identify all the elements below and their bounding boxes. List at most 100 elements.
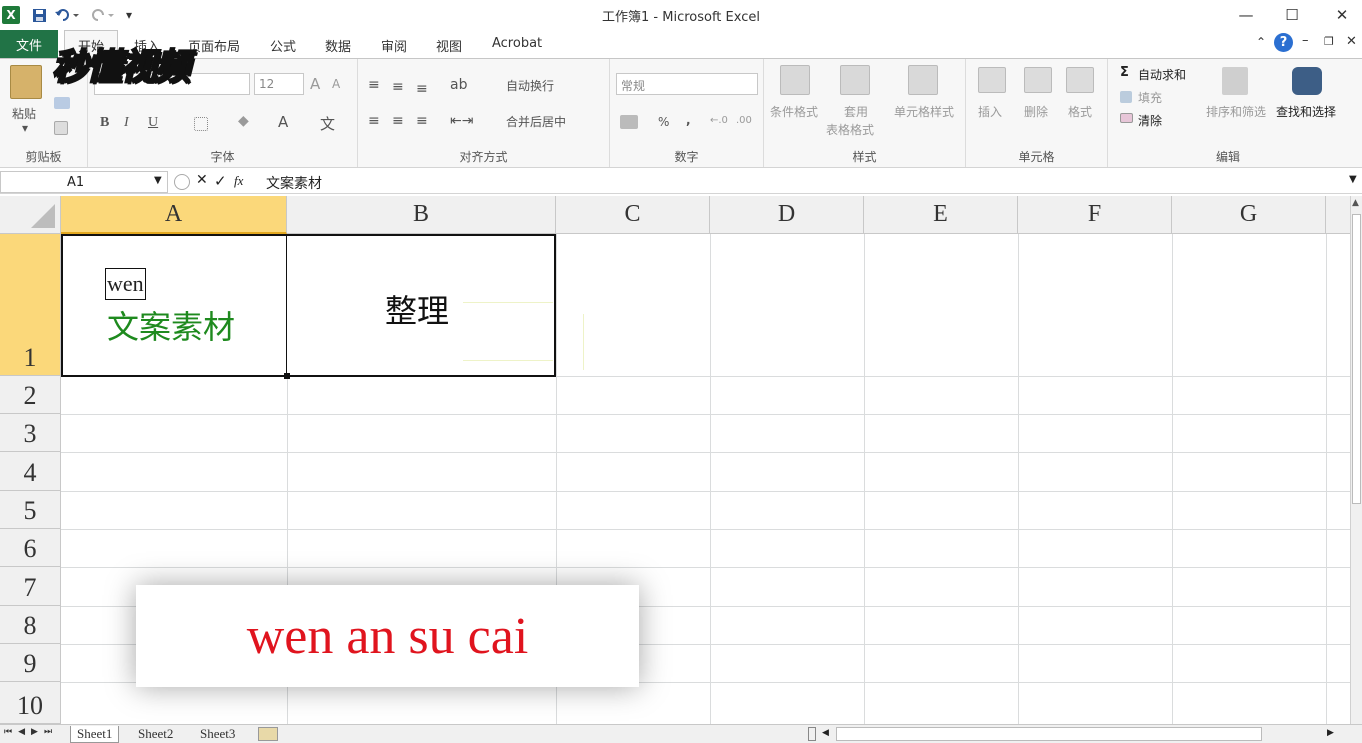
minimize-icon[interactable]: — (1232, 4, 1260, 26)
comma-button[interactable]: , (686, 113, 691, 127)
enter-icon[interactable]: ✓ (214, 172, 227, 190)
cell-a1[interactable]: wen 文案素材 (61, 234, 288, 377)
fill-handle[interactable] (284, 373, 290, 379)
close-icon[interactable]: ✕ (1328, 4, 1356, 26)
row-header-8[interactable]: 8 (0, 606, 61, 644)
name-box[interactable]: A1 (0, 171, 168, 193)
vertical-scroll-thumb[interactable] (1352, 214, 1361, 504)
maximize-icon[interactable]: ☐ (1278, 4, 1306, 26)
sort-filter-button[interactable]: 排序和筛选 (1206, 103, 1266, 120)
find-select-button[interactable]: 查找和选择 (1276, 103, 1336, 120)
delete-cells-button[interactable]: 删除 (1024, 103, 1048, 120)
tab-view[interactable]: 视图 (436, 36, 462, 55)
paste-icon[interactable] (10, 65, 42, 99)
row-header-5[interactable]: 5 (0, 491, 61, 529)
paste-dropdown-icon[interactable]: ▾ (22, 121, 28, 135)
sheet-tab-1[interactable]: Sheet1 (70, 726, 120, 743)
column-header-b[interactable]: B (287, 196, 556, 234)
align-bottom-icon[interactable]: ≡ (416, 81, 428, 97)
column-header-c[interactable]: C (556, 196, 710, 234)
scroll-right-icon[interactable]: ▶ (1327, 728, 1334, 738)
insert-cells-button[interactable]: 插入 (978, 103, 1002, 120)
format-cells-button[interactable]: 格式 (1068, 103, 1092, 120)
column-header-h[interactable] (1326, 196, 1350, 234)
format-as-table-icon[interactable] (840, 65, 870, 95)
sheet-tab-2[interactable]: Sheet2 (132, 726, 179, 743)
vertical-scrollbar[interactable]: ▲ (1350, 196, 1362, 724)
percent-button[interactable]: % (658, 115, 669, 129)
tab-file[interactable]: 文件 (0, 30, 58, 58)
clear-icon[interactable] (1120, 113, 1133, 123)
expand-formula-bar-icon[interactable]: ▼ (1349, 174, 1357, 185)
align-middle-icon[interactable]: ≡ (392, 79, 404, 95)
insert-cells-icon[interactable] (978, 67, 1006, 93)
clear-button[interactable]: 清除 (1138, 112, 1162, 129)
border-icon[interactable] (194, 117, 208, 131)
formula-input[interactable]: 文案素材 (266, 173, 322, 193)
cell-styles-button[interactable]: 单元格样式 (894, 103, 954, 120)
fill-icon[interactable] (1120, 91, 1132, 103)
fill-button[interactable]: 填充 (1138, 89, 1162, 106)
decrease-decimal-button[interactable]: .00 (736, 115, 752, 126)
scroll-left-icon[interactable]: ◀ (822, 728, 829, 738)
align-top-icon[interactable]: ≡ (368, 77, 380, 93)
wb-minimize-icon[interactable]: – (1302, 33, 1309, 48)
insert-function-icon[interactable]: fx (234, 173, 243, 189)
autosum-button[interactable]: 自动求和 (1138, 66, 1186, 83)
cell-b1[interactable]: 整理 (287, 234, 556, 377)
row-header-9[interactable]: 9 (0, 644, 61, 682)
cancel-icon[interactable]: ✕ (196, 172, 208, 188)
indent-icon[interactable]: ⇤⇥ (450, 113, 473, 129)
fill-color-icon[interactable]: ◆ (238, 113, 249, 129)
scroll-up-icon[interactable]: ▲ (1352, 198, 1359, 208)
sort-filter-icon[interactable] (1222, 67, 1248, 95)
format-as-table-button[interactable]: 套用 (844, 103, 868, 120)
wb-close-icon[interactable]: ✕ (1346, 34, 1357, 49)
align-left-icon[interactable]: ≡ (368, 113, 380, 129)
row-header-3[interactable]: 3 (0, 414, 61, 452)
cell-styles-icon[interactable] (908, 65, 938, 95)
number-format-combo[interactable]: 常规 (616, 73, 758, 95)
column-header-d[interactable]: D (710, 196, 864, 234)
font-size-combo[interactable]: 12 (254, 73, 304, 95)
select-all-button[interactable] (0, 196, 61, 234)
formula-bar-resize-icon[interactable] (174, 174, 190, 190)
tab-data[interactable]: 数据 (325, 36, 351, 55)
new-sheet-icon[interactable] (258, 727, 278, 741)
tab-page-layout[interactable]: 页面布局 (188, 36, 240, 55)
row-header-10[interactable]: 10 (0, 682, 61, 724)
help-icon[interactable]: ? (1274, 33, 1293, 52)
wrap-text-button[interactable]: 自动换行 (506, 77, 554, 94)
row-header-1[interactable]: 1 (0, 234, 61, 376)
conditional-format-icon[interactable] (780, 65, 810, 95)
tab-formulas[interactable]: 公式 (270, 36, 296, 55)
conditional-format-button[interactable]: 条件格式 (770, 103, 818, 120)
shrink-font-icon[interactable]: A (332, 77, 340, 91)
ribbon-collapse-icon[interactable]: ⌃ (1256, 35, 1266, 49)
grow-font-icon[interactable]: A (310, 75, 320, 93)
autosum-icon[interactable]: Σ (1120, 65, 1129, 80)
find-select-icon[interactable] (1292, 67, 1322, 95)
currency-icon[interactable] (620, 115, 638, 129)
bold-button[interactable]: B (100, 115, 109, 131)
paste-button[interactable]: 粘贴 (12, 105, 36, 122)
row-header-2[interactable]: 2 (0, 376, 61, 414)
sheet-nav-icons[interactable]: ⏮◀▶⏭ (4, 727, 58, 737)
row-header-6[interactable]: 6 (0, 529, 61, 567)
merge-center-button[interactable]: 合并后居中 (506, 113, 566, 130)
orientation-icon[interactable]: ab (450, 77, 467, 93)
column-header-g[interactable]: G (1172, 196, 1326, 234)
tab-review[interactable]: 审阅 (381, 36, 407, 55)
sheet-tab-3[interactable]: Sheet3 (194, 726, 241, 743)
column-header-e[interactable]: E (864, 196, 1018, 234)
tab-acrobat[interactable]: Acrobat (492, 36, 542, 51)
column-header-f[interactable]: F (1018, 196, 1172, 234)
align-right-icon[interactable]: ≡ (416, 113, 428, 129)
font-color-icon[interactable]: A (278, 113, 288, 131)
align-center-icon[interactable]: ≡ (392, 113, 404, 129)
underline-button[interactable]: U (148, 115, 158, 131)
italic-button[interactable]: I (124, 115, 129, 131)
phonetic-icon[interactable]: 文 (320, 113, 335, 134)
row-header-4[interactable]: 4 (0, 452, 61, 491)
horizontal-scroll-thumb[interactable] (836, 727, 1262, 741)
